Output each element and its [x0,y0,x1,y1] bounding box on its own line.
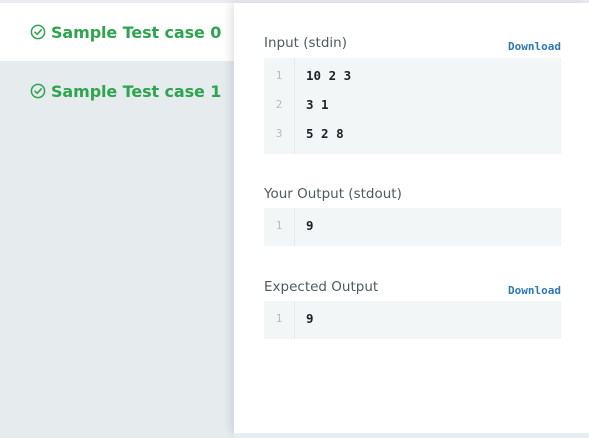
line-number: 2 [275,98,283,111]
tab-sample-test-case-1[interactable]: Sample Test case 1 [0,62,234,120]
line-number: 1 [275,69,283,82]
test-case-details: Input (stdin) Download 1 10 2 3 2 3 1 3 … [234,3,589,433]
line-text: 5 2 8 [306,126,344,141]
tab-label: Sample Test case 1 [51,81,222,101]
line-text: 9 [306,218,314,233]
your-output-section-header: Your Output (stdout) [264,186,561,206]
code-line: 3 5 2 8 [264,120,561,149]
line-number: 1 [275,312,283,325]
code-line: 1 10 2 3 [264,62,561,91]
expected-output-download-link[interactable]: Download [508,284,561,297]
tab-sample-test-case-0[interactable]: Sample Test case 0 [0,3,234,61]
check-circle-icon [30,83,46,99]
expected-output-title: Expected Output [264,279,379,295]
expected-output-section-header: Expected Output Download [264,279,561,299]
line-text: 3 1 [306,97,329,112]
bottom-divider [234,433,589,438]
line-number: 1 [275,219,283,232]
code-line: 2 3 1 [264,91,561,120]
input-code-block: 1 10 2 3 2 3 1 3 5 2 8 [264,58,561,154]
input-title: Input (stdin) [264,35,347,51]
tab-label: Sample Test case 0 [51,22,222,42]
line-text: 10 2 3 [306,68,352,83]
line-text: 9 [306,311,314,326]
check-circle-icon [30,24,46,40]
line-number: 3 [275,127,283,140]
code-line: 1 9 [264,212,561,241]
code-line: 1 9 [264,305,561,334]
input-section-header: Input (stdin) Download [264,35,561,55]
expected-output-code-block: 1 9 [264,301,561,339]
input-download-link[interactable]: Download [508,40,561,53]
your-output-code-block: 1 9 [264,208,561,246]
your-output-title: Your Output (stdout) [264,186,402,202]
